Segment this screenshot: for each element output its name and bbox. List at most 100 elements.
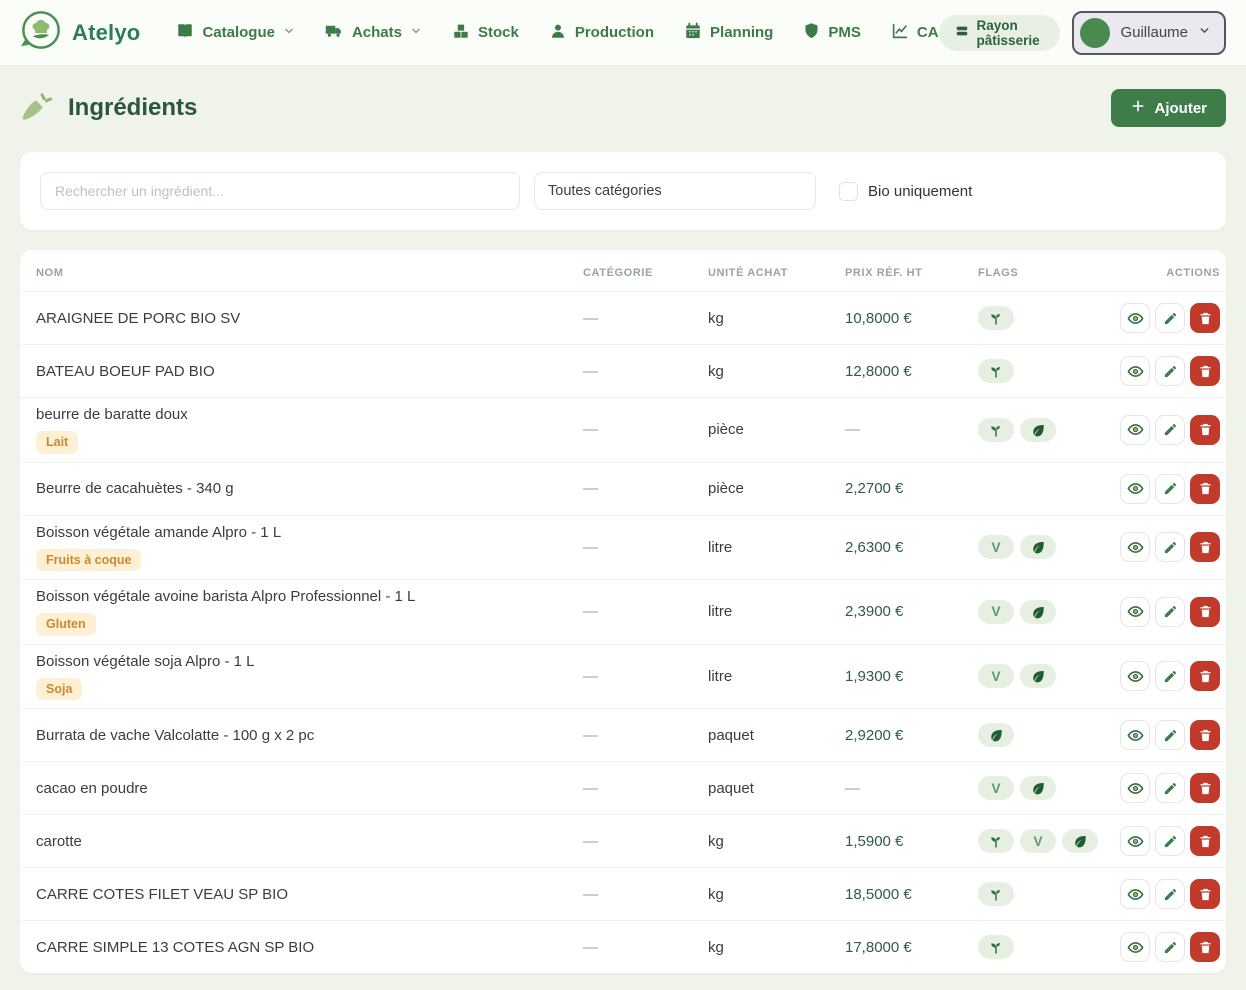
nav-item-achats[interactable]: Achats <box>325 21 422 44</box>
edit-button[interactable] <box>1155 932 1185 962</box>
edit-button[interactable] <box>1155 720 1185 750</box>
ingredient-name: Beurre de cacahuètes - 340 g <box>36 480 234 497</box>
edit-button[interactable] <box>1155 773 1185 803</box>
price-cell: 2,6300 € <box>845 539 978 556</box>
edit-button[interactable] <box>1155 303 1185 333</box>
delete-button[interactable] <box>1190 356 1220 386</box>
table-header-row: NOM CATÉGORIE UNITÉ ACHAT PRIX RÉF. HT F… <box>20 250 1226 291</box>
edit-button[interactable] <box>1155 597 1185 627</box>
delete-button[interactable] <box>1190 532 1220 562</box>
delete-button[interactable] <box>1190 826 1220 856</box>
nav-item-pms[interactable]: PMS <box>803 22 861 43</box>
nav-item-catalogue[interactable]: Catalogue <box>176 22 295 44</box>
actions-cell <box>1120 826 1220 856</box>
table-row: Boisson végétale soja Alpro - 1 L Soja —… <box>20 644 1226 709</box>
category-cell: — <box>583 421 708 438</box>
trash-icon <box>1198 940 1213 955</box>
view-button[interactable] <box>1120 356 1150 386</box>
price-cell: 10,8000 € <box>845 310 978 327</box>
ingredients-table: NOM CATÉGORIE UNITÉ ACHAT PRIX RÉF. HT F… <box>20 250 1226 973</box>
category-cell: — <box>583 833 708 850</box>
context-badge-rayon[interactable]: Rayon pâtisserie <box>939 15 1061 51</box>
brand-logo[interactable]: Atelyo <box>20 9 140 56</box>
view-button[interactable] <box>1120 720 1150 750</box>
eye-icon <box>1127 421 1144 438</box>
delete-button[interactable] <box>1190 415 1220 445</box>
view-button[interactable] <box>1120 532 1150 562</box>
category-cell: — <box>583 939 708 956</box>
delete-button[interactable] <box>1190 879 1220 909</box>
view-button[interactable] <box>1120 474 1150 504</box>
delete-button[interactable] <box>1190 720 1220 750</box>
bio-checkbox[interactable] <box>839 182 858 201</box>
add-ingredient-button[interactable]: Ajouter <box>1111 89 1227 127</box>
trash-icon <box>1198 481 1213 496</box>
trash-icon <box>1198 364 1213 379</box>
edit-button[interactable] <box>1155 879 1185 909</box>
nav-label: Production <box>575 24 654 41</box>
ingredient-name-cell: Burrata de vache Valcolatte - 100 g x 2 … <box>36 727 583 744</box>
chevron-down-icon <box>1198 24 1211 42</box>
category-cell: — <box>583 363 708 380</box>
ingredient-name: beurre de baratte doux <box>36 406 188 423</box>
delete-button[interactable] <box>1190 661 1220 691</box>
edit-button[interactable] <box>1155 532 1185 562</box>
eye-icon <box>1127 603 1144 620</box>
leaf-flag-icon <box>978 723 1014 747</box>
user-menu-button[interactable]: Guillaume <box>1072 11 1226 55</box>
actions-cell <box>1120 879 1220 909</box>
edit-button[interactable] <box>1155 826 1185 856</box>
eye-icon <box>1127 939 1144 956</box>
nav-item-planning[interactable]: Planning <box>684 22 773 44</box>
truck-icon <box>325 21 344 44</box>
delete-button[interactable] <box>1190 474 1220 504</box>
allergen-badge: Fruits à coque <box>36 549 141 572</box>
delete-button[interactable] <box>1190 303 1220 333</box>
view-button[interactable] <box>1120 773 1150 803</box>
edit-button[interactable] <box>1155 415 1185 445</box>
nav-label: PMS <box>828 24 861 41</box>
view-button[interactable] <box>1120 932 1150 962</box>
search-input[interactable] <box>40 172 520 210</box>
bio-flag-icon <box>978 359 1014 383</box>
ingredient-name: carotte <box>36 833 82 850</box>
flags-cell <box>978 306 1120 330</box>
unit-cell: kg <box>708 363 845 380</box>
context-badge-label: Rayon pâtisserie <box>977 18 1045 48</box>
eye-icon <box>1127 833 1144 850</box>
nav-item-stock[interactable]: Stock <box>452 22 519 44</box>
trash-icon <box>1198 887 1213 902</box>
table-row: CARRE SIMPLE 13 COTES AGN SP BIO — kg 17… <box>20 920 1226 973</box>
delete-button[interactable] <box>1190 932 1220 962</box>
edit-button[interactable] <box>1155 474 1185 504</box>
delete-button[interactable] <box>1190 773 1220 803</box>
ingredient-name-cell: BATEAU BOEUF PAD BIO <box>36 363 583 380</box>
view-button[interactable] <box>1120 303 1150 333</box>
category-select[interactable]: Toutes catégories <box>534 172 816 210</box>
view-button[interactable] <box>1120 661 1150 691</box>
view-button[interactable] <box>1120 879 1150 909</box>
bio-flag-icon <box>978 882 1014 906</box>
unit-cell: litre <box>708 539 845 556</box>
unit-cell: kg <box>708 833 845 850</box>
view-button[interactable] <box>1120 826 1150 856</box>
edit-button[interactable] <box>1155 356 1185 386</box>
shield-icon <box>803 22 820 43</box>
column-header-prix-ref-ht: PRIX RÉF. HT <box>845 267 978 279</box>
column-header-nom: NOM <box>36 267 583 279</box>
delete-button[interactable] <box>1190 597 1220 627</box>
filter-bar: Toutes catégories Bio uniquement <box>20 152 1226 230</box>
worker-icon <box>549 22 567 44</box>
category-select-value: Toutes catégories <box>548 183 662 199</box>
view-button[interactable] <box>1120 415 1150 445</box>
edit-button[interactable] <box>1155 661 1185 691</box>
nav-item-production[interactable]: Production <box>549 22 654 44</box>
trash-icon <box>1198 781 1213 796</box>
avatar <box>1080 18 1110 48</box>
unit-cell: litre <box>708 603 845 620</box>
ingredient-name-cell: beurre de baratte doux Lait <box>36 406 583 454</box>
nav-item-ca[interactable]: CA <box>891 22 939 44</box>
category-cell: — <box>583 603 708 620</box>
carrot-icon <box>20 90 56 127</box>
view-button[interactable] <box>1120 597 1150 627</box>
